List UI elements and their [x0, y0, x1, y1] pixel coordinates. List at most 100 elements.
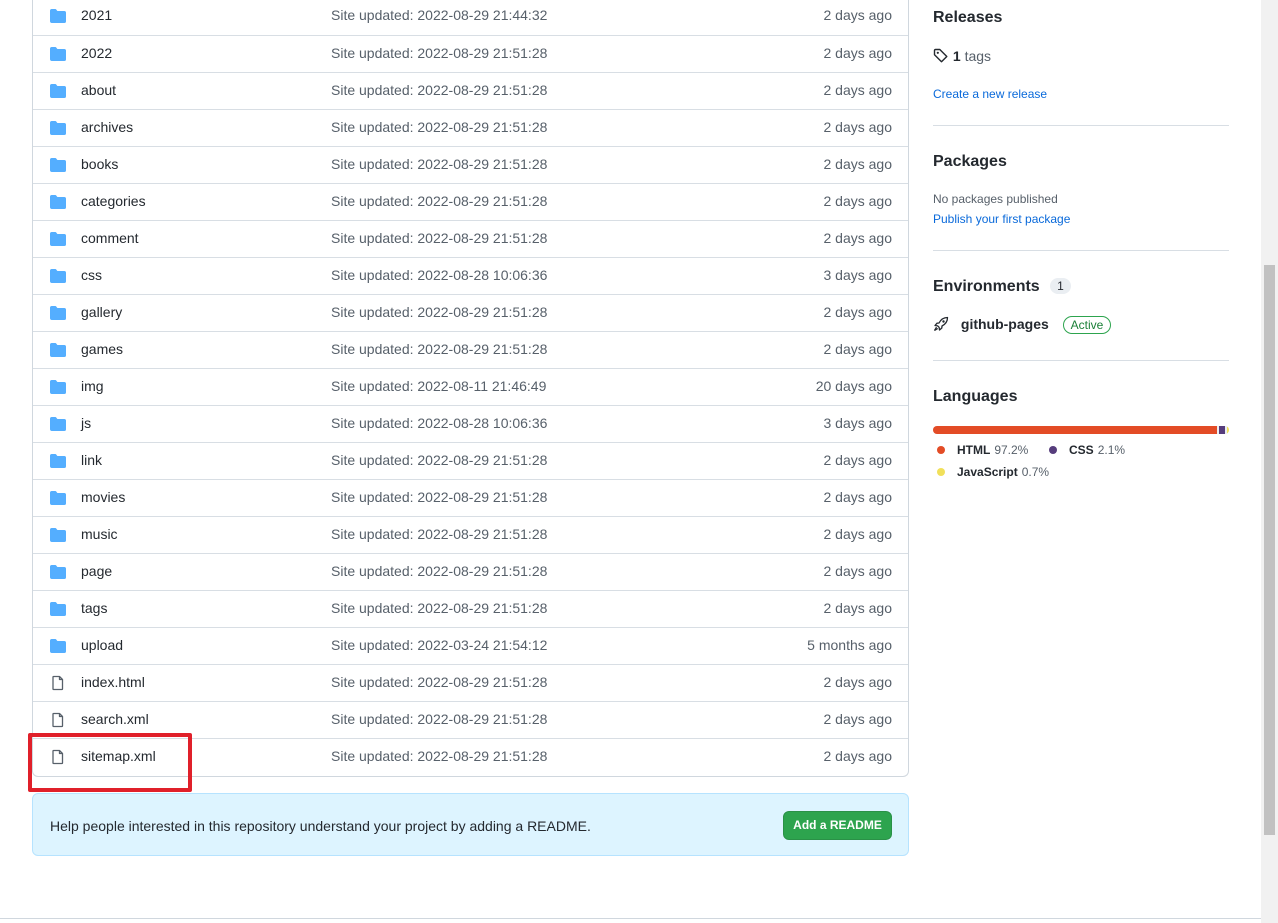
file-row[interactable]: comment Site updated: 2022-08-29 21:51:28… — [33, 220, 908, 257]
commit-age: 2 days ago — [823, 489, 893, 505]
file-name-link[interactable]: movies — [81, 489, 125, 505]
file-name-link[interactable]: img — [81, 378, 104, 394]
file-row[interactable]: books Site updated: 2022-08-29 21:51:28 2 … — [33, 146, 908, 183]
language-bar-segment — [1226, 426, 1229, 434]
commit-message-link[interactable]: Site updated: 2022-08-29 21:51:28 — [331, 711, 547, 727]
file-name-link[interactable]: sitemap.xml — [81, 748, 156, 764]
packages-heading[interactable]: Packages — [933, 153, 1229, 171]
commit-message-link[interactable]: Site updated: 2022-08-29 21:51:28 — [331, 304, 547, 320]
file-name-link[interactable]: gallery — [81, 304, 122, 320]
file-row[interactable]: 2021 Site updated: 2022-08-29 21:44:32 2 d… — [33, 0, 908, 35]
commit-message-link[interactable]: Site updated: 2022-08-29 21:44:32 — [331, 7, 547, 23]
file-row[interactable]: search.xml Site updated: 2022-08-29 21:51… — [33, 701, 908, 738]
commit-age: 2 days ago — [823, 7, 893, 23]
file-row[interactable]: tags Site updated: 2022-08-29 21:51:28 2 d… — [33, 590, 908, 627]
scrollbar-thumb[interactable] — [1264, 265, 1275, 835]
commit-message-link[interactable]: Site updated: 2022-08-29 21:51:28 — [331, 193, 547, 209]
file-icon — [50, 749, 66, 765]
folder-icon — [50, 638, 66, 654]
tags-link[interactable]: 1 tags — [933, 48, 1229, 64]
commit-message-link[interactable]: Site updated: 2022-08-29 21:51:28 — [331, 748, 547, 764]
commit-message-link[interactable]: Site updated: 2022-08-29 21:51:28 — [331, 526, 547, 542]
commit-message-link[interactable]: Site updated: 2022-08-29 21:51:28 — [331, 674, 547, 690]
commit-message-link[interactable]: Site updated: 2022-08-28 10:06:36 — [331, 415, 547, 431]
file-row[interactable]: css Site updated: 2022-08-28 10:06:36 3 da… — [33, 257, 908, 294]
file-row[interactable]: img Site updated: 2022-08-11 21:46:49 20 d… — [33, 368, 908, 405]
commit-message-link[interactable]: Site updated: 2022-08-11 21:46:49 — [331, 378, 546, 394]
publish-package-link[interactable]: Publish your first package — [933, 212, 1070, 226]
file-row[interactable]: 2022 Site updated: 2022-08-29 21:51:28 2 d… — [33, 35, 908, 72]
file-row[interactable]: about Site updated: 2022-08-29 21:51:28 2 … — [33, 72, 908, 109]
language-color-dot — [937, 446, 945, 454]
file-name-link[interactable]: categories — [81, 193, 146, 209]
file-row[interactable]: archives Site updated: 2022-08-29 21:51:2… — [33, 109, 908, 146]
commit-message-link[interactable]: Site updated: 2022-08-28 10:06:36 — [331, 267, 547, 283]
commit-message-link[interactable]: Site updated: 2022-08-29 21:51:28 — [331, 489, 547, 505]
file-name-link[interactable]: 2021 — [81, 7, 112, 23]
commit-message-link[interactable]: Site updated: 2022-08-29 21:51:28 — [331, 563, 547, 579]
file-name-link[interactable]: css — [81, 267, 102, 283]
releases-section: Releases — [933, 9, 1229, 27]
file-name-link[interactable]: index.html — [81, 674, 145, 690]
scrollbar[interactable] — [1261, 0, 1278, 923]
language-item-html[interactable]: HTML 97.2% — [937, 443, 1028, 457]
commit-age: 2 days ago — [823, 45, 893, 61]
file-name-link[interactable]: games — [81, 341, 123, 357]
file-row[interactable]: games Site updated: 2022-08-29 21:51:28 2 … — [33, 331, 908, 368]
add-readme-button[interactable]: Add a README — [783, 811, 892, 840]
file-name-link[interactable]: 2022 — [81, 45, 112, 61]
folder-icon — [50, 268, 66, 284]
file-name-link[interactable]: tags — [81, 600, 107, 616]
environment-link[interactable]: github-pages — [961, 316, 1049, 332]
commit-age: 2 days ago — [823, 600, 893, 616]
commit-age: 5 months ago — [807, 637, 892, 653]
readme-banner: Help people interested in this repositor… — [32, 793, 909, 856]
commit-age: 2 days ago — [823, 748, 893, 764]
file-name-link[interactable]: archives — [81, 119, 133, 135]
commit-age: 2 days ago — [823, 193, 893, 209]
file-row[interactable]: index.html Site updated: 2022-08-29 21:51… — [33, 664, 908, 701]
folder-icon — [50, 564, 66, 580]
language-item-css[interactable]: CSS 2.1% — [1049, 443, 1125, 457]
file-row[interactable]: page Site updated: 2022-08-29 21:51:28 2 d… — [33, 553, 908, 590]
file-name-link[interactable]: books — [81, 156, 118, 172]
file-icon — [50, 675, 66, 691]
file-name-link[interactable]: music — [81, 526, 118, 542]
commit-message-link[interactable]: Site updated: 2022-08-29 21:51:28 — [331, 156, 547, 172]
file-name-link[interactable]: link — [81, 452, 102, 468]
commit-message-link[interactable]: Site updated: 2022-08-29 21:51:28 — [331, 45, 547, 61]
commit-message-link[interactable]: Site updated: 2022-03-24 21:54:12 — [331, 637, 547, 653]
file-icon — [50, 712, 66, 728]
commit-message-link[interactable]: Site updated: 2022-08-29 21:51:28 — [331, 82, 547, 98]
commit-age: 3 days ago — [823, 415, 893, 431]
file-row[interactable]: sitemap.xml Site updated: 2022-08-29 21:5… — [33, 738, 908, 775]
commit-message-link[interactable]: Site updated: 2022-08-29 21:51:28 — [331, 452, 547, 468]
tag-count: 1 — [952, 48, 961, 64]
file-name-link[interactable]: page — [81, 563, 112, 579]
commit-message-link[interactable]: Site updated: 2022-08-29 21:51:28 — [331, 341, 547, 357]
commit-message-link[interactable]: Site updated: 2022-08-29 21:51:28 — [331, 119, 547, 135]
create-release-link[interactable]: Create a new release — [933, 87, 1047, 101]
language-item-javascript[interactable]: JavaScript 0.7% — [937, 465, 1049, 479]
file-name-link[interactable]: upload — [81, 637, 123, 653]
file-name-link[interactable]: js — [81, 415, 91, 431]
tag-icon — [933, 48, 948, 63]
file-row[interactable]: upload Site updated: 2022-03-24 21:54:12 5… — [33, 627, 908, 664]
file-row[interactable]: movies Site updated: 2022-08-29 21:51:28 2… — [33, 479, 908, 516]
releases-heading[interactable]: Releases — [933, 9, 1229, 27]
divider — [933, 250, 1229, 251]
file-row[interactable]: link Site updated: 2022-08-29 21:51:28 2 d… — [33, 442, 908, 479]
file-name-link[interactable]: comment — [81, 230, 139, 246]
file-row[interactable]: categories Site updated: 2022-08-29 21:51… — [33, 183, 908, 220]
readme-banner-text: Help people interested in this repositor… — [50, 818, 591, 834]
commit-message-link[interactable]: Site updated: 2022-08-29 21:51:28 — [331, 600, 547, 616]
file-row[interactable]: js Site updated: 2022-08-28 10:06:36 3 day… — [33, 405, 908, 442]
rocket-icon — [933, 316, 949, 332]
commit-message-link[interactable]: Site updated: 2022-08-29 21:51:28 — [331, 230, 547, 246]
file-name-link[interactable]: about — [81, 82, 116, 98]
file-name-link[interactable]: search.xml — [81, 711, 149, 727]
environments-heading[interactable]: Environments — [933, 278, 1040, 295]
no-packages-text: No packages published — [933, 192, 1058, 206]
file-row[interactable]: gallery Site updated: 2022-08-29 21:51:28… — [33, 294, 908, 331]
file-row[interactable]: music Site updated: 2022-08-29 21:51:28 2 … — [33, 516, 908, 553]
